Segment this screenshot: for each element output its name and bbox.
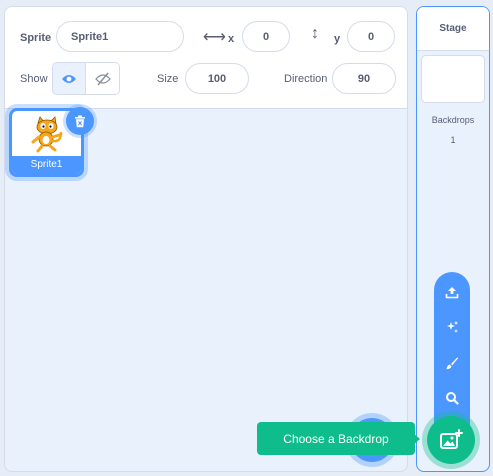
show-hidden-button[interactable] <box>86 63 119 94</box>
surprise-icon <box>447 321 458 333</box>
stage-title: Stage <box>417 7 489 51</box>
x-input[interactable]: 0 <box>242 21 290 52</box>
upload-icon <box>445 287 459 299</box>
search-backdrop-button[interactable] <box>434 383 470 413</box>
sprite-name-input[interactable]: Sprite1 <box>56 21 184 52</box>
paint-icon <box>446 357 458 370</box>
horizontal-arrows-icon: ⟷ <box>203 29 226 46</box>
backdrops-count: 1 <box>450 135 456 145</box>
choose-backdrop-button[interactable] <box>427 416 475 464</box>
sprite-info-panel: Sprite Sprite1 ⟷ x 0 ↕ y 0 Show Size 100… <box>5 7 407 109</box>
sprite-label: Sprite <box>20 32 52 44</box>
backdrops-label: Backdrops <box>431 115 475 125</box>
choose-backdrop-tooltip: Choose a Backdrop <box>257 422 415 455</box>
paint-backdrop-button[interactable] <box>434 348 470 378</box>
sprite-pane: Sprite Sprite1 ⟷ x 0 ↕ y 0 Show Size 100… <box>4 6 408 472</box>
x-label: x <box>228 33 235 45</box>
trash-icon <box>75 115 85 127</box>
y-label: y <box>334 33 341 45</box>
search-icon <box>446 392 459 405</box>
stage-thumbnail[interactable] <box>421 55 485 103</box>
surprise-backdrop-button[interactable] <box>434 312 470 342</box>
backdrop-menu <box>434 272 470 428</box>
show-label: Show <box>20 73 48 85</box>
vertical-arrows-icon: ↕ <box>311 25 319 42</box>
direction-label: Direction <box>284 73 328 85</box>
sprite-tile-label: Sprite1 <box>12 156 81 174</box>
y-input[interactable]: 0 <box>347 21 395 52</box>
show-toggle-group <box>52 62 120 95</box>
size-input[interactable]: 100 <box>185 63 249 94</box>
eye-icon <box>62 74 76 83</box>
direction-input[interactable]: 90 <box>332 63 396 94</box>
tooltip-pointer <box>413 433 420 445</box>
show-visible-button[interactable] <box>53 63 87 94</box>
add-backdrop-icon <box>440 429 463 449</box>
size-label: Size <box>157 73 179 85</box>
eye-hidden-icon <box>94 72 111 85</box>
cat-sprite-icon <box>31 115 62 152</box>
delete-sprite-button[interactable] <box>66 107 94 135</box>
upload-backdrop-button[interactable] <box>434 277 470 307</box>
